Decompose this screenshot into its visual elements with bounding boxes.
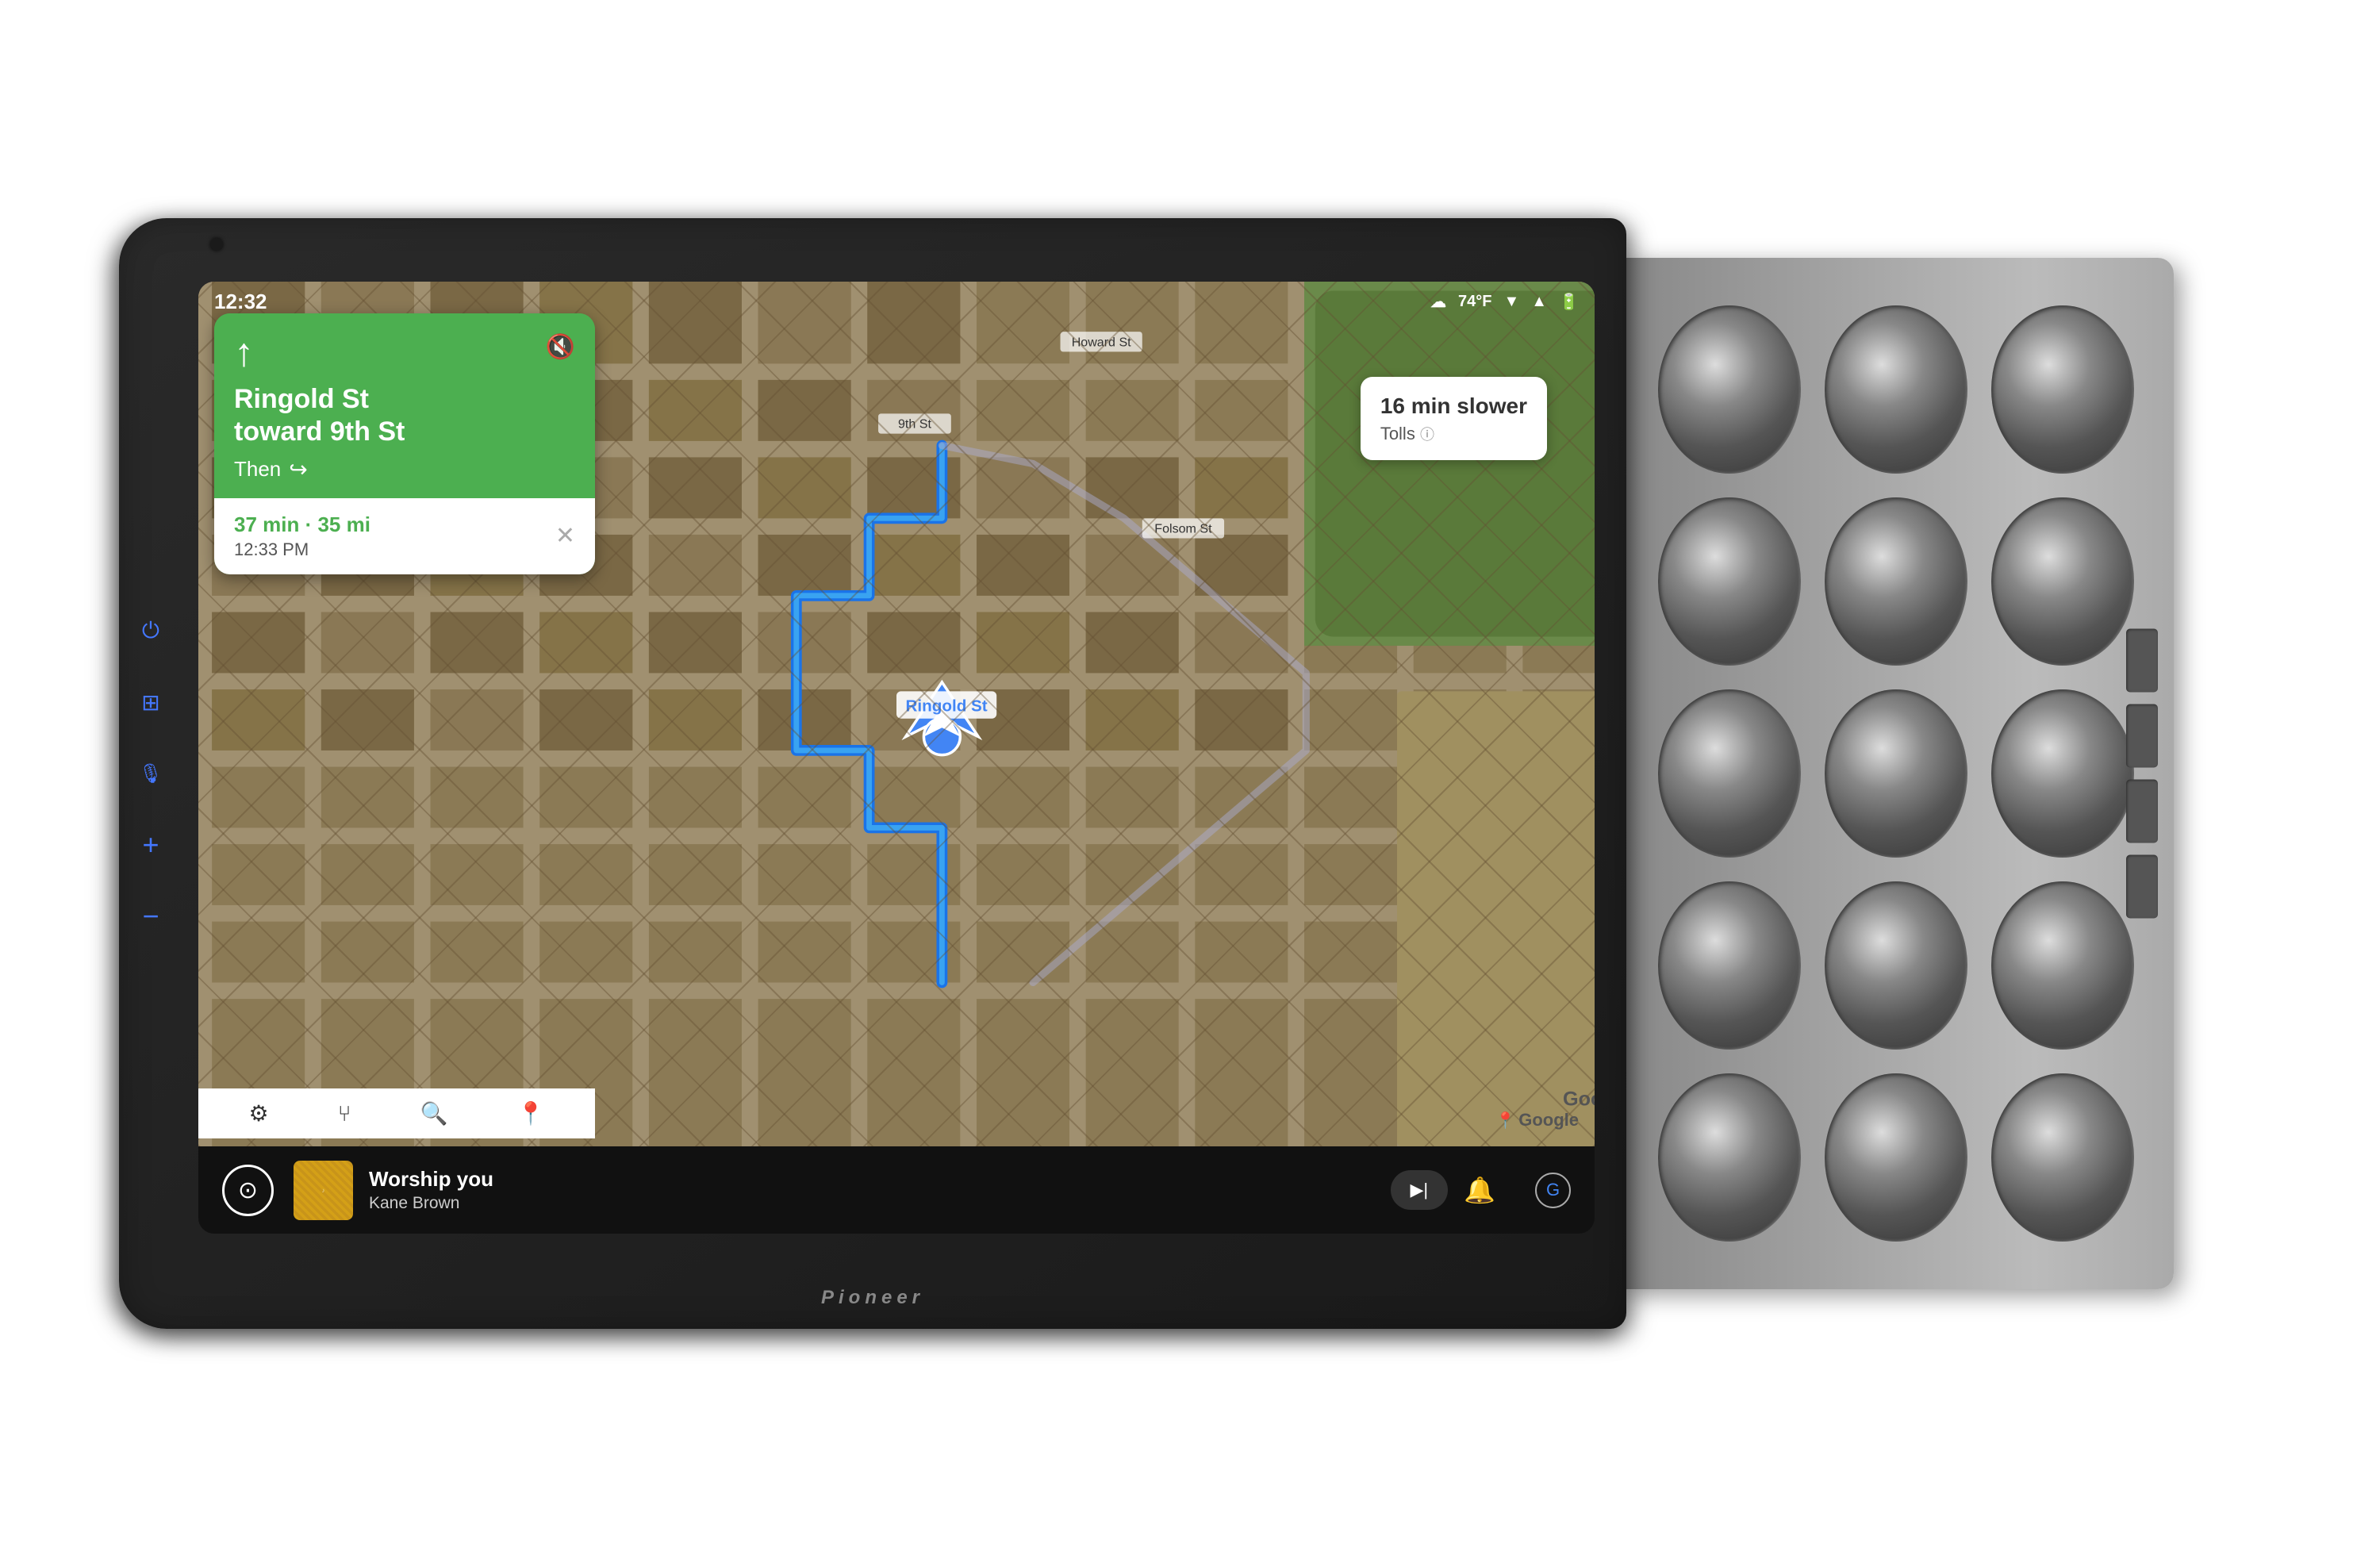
then-instruction: Then ↪	[234, 456, 575, 482]
bracket-hole	[1991, 881, 2134, 1050]
power-button[interactable]: ⏻	[135, 615, 167, 647]
bracket-slot	[2126, 780, 2158, 843]
direction-arrow: ↑	[234, 329, 254, 375]
pin-toolbar-button[interactable]: 📍	[517, 1100, 545, 1127]
head-unit: ⏻ ⊞ 🎙 + − 12:32 ☁ 74°F ▼ ▲ 🔋	[119, 218, 1626, 1329]
artist-name: Kane Brown	[369, 1194, 1391, 1213]
svg-text:Folsom St: Folsom St	[1154, 522, 1212, 536]
bracket-hole	[1825, 1073, 1967, 1242]
status-right: ☁ 74°F ▼ ▲ 🔋	[1430, 292, 1579, 312]
map-pin-icon: 📍	[1495, 1111, 1515, 1130]
wifi-icon: ▼	[1504, 293, 1520, 311]
nav-direction: ↑ 🔇	[234, 333, 575, 375]
nav-card-bottom: 37 min · 35 mi 12:33 PM ✕	[214, 498, 595, 574]
screen: 12:32 ☁ 74°F ▼ ▲ 🔋	[198, 282, 1595, 1234]
alt-route-title: 16 min slower	[1380, 393, 1527, 420]
tolls-label: Tolls	[1380, 424, 1415, 443]
turn-right-arrow: ↪	[289, 456, 307, 482]
bracket-hole	[1825, 305, 1967, 474]
album-art[interactable]: ♪	[294, 1161, 353, 1220]
bracket-hole	[1991, 689, 2134, 858]
google-watermark: 📍 Google	[1495, 1110, 1579, 1130]
media-info: Worship you Kane Brown	[369, 1167, 1391, 1213]
travel-time: 37 min · 35 mi	[234, 512, 370, 537]
bracket-hole	[1658, 305, 1801, 474]
navigation-card: ↑ 🔇 Ringold St toward 9th St Then ↪	[214, 313, 595, 574]
current-street: Ringold St toward 9th St	[234, 383, 575, 448]
minus-button[interactable]: −	[135, 900, 167, 932]
bracket-hole	[1825, 497, 1967, 666]
play-next-button[interactable]: ▶|	[1391, 1170, 1449, 1210]
nav-toolbar: ⚙ ⑂ 🔍 📍	[198, 1088, 595, 1138]
bracket-hole	[1991, 497, 2134, 666]
bracket-slots	[2126, 629, 2158, 919]
device-container: ⏻ ⊞ 🎙 + − 12:32 ☁ 74°F ▼ ▲ 🔋	[119, 99, 2261, 1448]
album-art-image: ♪	[294, 1161, 353, 1220]
bracket-hole	[1991, 305, 2134, 474]
settings-toolbar-button[interactable]: ⚙	[249, 1100, 269, 1127]
cloud-icon: ☁	[1430, 292, 1446, 312]
close-nav-button[interactable]: ✕	[555, 522, 575, 550]
bracket-slot	[2126, 704, 2158, 768]
battery-icon: 🔋	[1559, 292, 1579, 312]
play-icon: ▶|	[1411, 1180, 1429, 1200]
svg-text:Google: Google	[1563, 1088, 1595, 1110]
bracket-hole	[1991, 1073, 2134, 1242]
routes-toolbar-button[interactable]: ⑂	[338, 1101, 351, 1127]
bracket-hole	[1658, 881, 1801, 1050]
svg-text:Howard St: Howard St	[1072, 335, 1131, 349]
bracket-slot	[2126, 629, 2158, 693]
svg-text:Ringold St: Ringold St	[906, 697, 988, 716]
bracket-slot	[2126, 855, 2158, 919]
then-label: Then	[234, 457, 281, 482]
menu-button[interactable]: ⊞	[135, 686, 167, 718]
time-display: 12:32	[214, 290, 267, 314]
temperature-display: 74°F	[1458, 293, 1491, 311]
song-title: Worship you	[369, 1167, 1391, 1192]
status-bar: 12:32 ☁ 74°F ▼ ▲ 🔋	[198, 282, 1595, 321]
notification-button[interactable]: 🔔	[1464, 1175, 1495, 1205]
arrival-time: 12:33 PM	[234, 539, 370, 560]
screen-wrapper: 12:32 ☁ 74°F ▼ ▲ 🔋	[198, 282, 1595, 1234]
mounting-bracket	[1618, 258, 2174, 1289]
bracket-hole	[1825, 881, 1967, 1050]
media-bar: ⊙ ♪ Worship you Kane Brown ▶|	[198, 1146, 1595, 1234]
camera-dot	[210, 238, 223, 251]
bracket-hole	[1658, 1073, 1801, 1242]
svg-text:9th St: 9th St	[898, 417, 931, 432]
bracket-holes	[1618, 258, 2174, 1289]
info-icon: ⓘ	[1420, 427, 1434, 443]
signal-icon: ▲	[1531, 293, 1547, 311]
alt-route-popup[interactable]: 16 min slower Tolls ⓘ	[1361, 377, 1547, 460]
mic-button[interactable]: 🎙	[135, 758, 167, 789]
search-toolbar-button[interactable]: 🔍	[420, 1100, 448, 1127]
bracket-hole	[1825, 689, 1967, 858]
alt-route-sub: Tolls ⓘ	[1380, 424, 1527, 444]
nav-card-top: ↑ 🔇 Ringold St toward 9th St Then ↪	[214, 313, 595, 498]
mute-icon[interactable]: 🔇	[546, 333, 575, 361]
plus-button[interactable]: +	[135, 829, 167, 861]
media-right-controls: 🔔 G	[1464, 1173, 1571, 1208]
pioneer-logo: Pioneer	[821, 1287, 924, 1309]
home-button[interactable]: ⊙	[222, 1165, 274, 1216]
google-assistant-button[interactable]: G	[1535, 1173, 1571, 1208]
bracket-hole	[1658, 497, 1801, 666]
side-buttons-left: ⏻ ⊞ 🎙 + −	[135, 615, 167, 932]
bracket-hole	[1658, 689, 1801, 858]
